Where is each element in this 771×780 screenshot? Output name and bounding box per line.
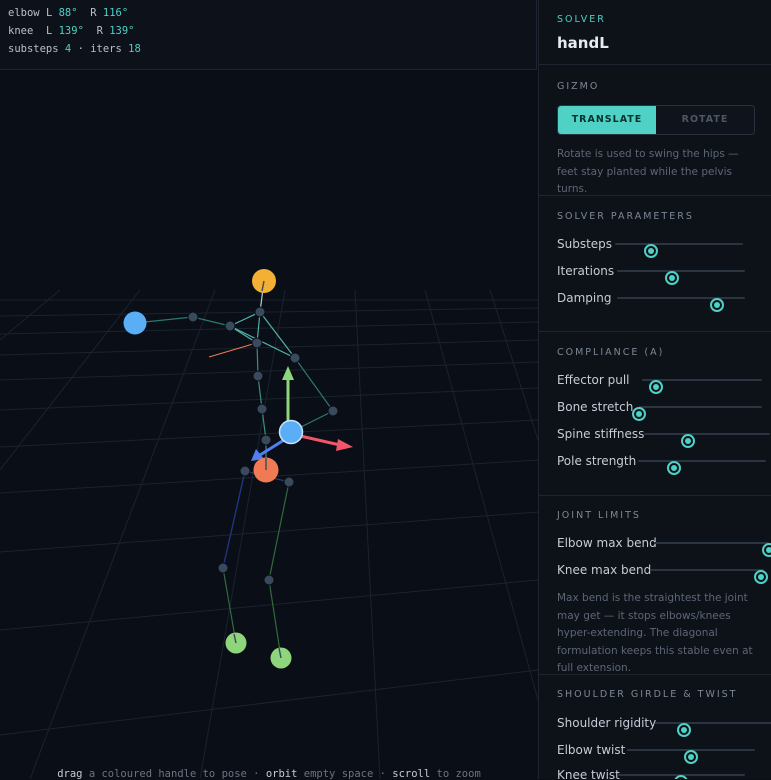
hud-iters-value: 18: [128, 43, 141, 55]
hud-elbow-left-value: 88°: [58, 7, 78, 19]
hint-scroll: scroll: [392, 768, 431, 780]
slider-iterations[interactable]: Iterations: [557, 263, 765, 285]
elbow-twist-knob[interactable]: [684, 750, 698, 764]
knee-max-bend-label: Knee max bend: [557, 563, 652, 577]
shoulder-title: SHOULDER GIRDLE & TWIST: [557, 689, 738, 700]
hud-knee-right-label: R: [96, 25, 103, 37]
knee-twist-label: Knee twist: [557, 768, 620, 779]
slider-spine-stiffness[interactable]: Spine stiffness: [557, 426, 771, 448]
slider-bone-stretch[interactable]: Bone stretch: [557, 399, 771, 421]
hint-orbit: orbit: [265, 768, 298, 780]
knee-max-bend-track[interactable]: [650, 569, 768, 584]
hint-drag-text: a coloured handle to pose ·: [82, 768, 266, 780]
effector-pull-track[interactable]: [642, 379, 762, 394]
spine-stiffness-knob[interactable]: [681, 434, 696, 448]
hud-knee-left-value: 139°: [58, 25, 84, 37]
joint-limits-title: JOINT LIMITS: [557, 510, 641, 521]
bone-stretch-track[interactable]: [632, 406, 762, 421]
slider-elbow-max-bend[interactable]: Elbow max bend: [557, 535, 771, 557]
slider-knee-max-bend[interactable]: Knee max bend: [557, 562, 771, 584]
shoulder-rigidity-label: Shoulder rigidity: [557, 716, 657, 730]
damping-knob[interactable]: [709, 298, 724, 312]
iterations-track[interactable]: [617, 270, 745, 285]
solver-parameters-title: SOLVER PARAMETERS: [557, 211, 694, 222]
inspector-panel: SOLVER handL GIZMO TRANSLATE ROTATE Rota…: [538, 0, 771, 779]
solver-name: handL: [557, 34, 609, 52]
gizmo-x-arrow[interactable]: [336, 439, 353, 451]
hud-substeps-value: 4: [64, 43, 72, 55]
slider-knee-twist[interactable]: Knee twist: [557, 767, 771, 779]
damping-label: Damping: [557, 291, 612, 305]
slider-shoulder-rigidity[interactable]: Shoulder rigidity: [557, 715, 771, 737]
bone-stretch-label: Bone stretch: [557, 400, 634, 414]
rotate-mode-button[interactable]: ROTATE: [656, 106, 754, 134]
gizmo-x-axis[interactable]: [295, 433, 341, 447]
viewport-3d[interactable]: elbow L 88° R 116° knee L 139° R 139° su…: [0, 0, 538, 780]
joint-limits-note: Max bend is the straightest the joint ma…: [557, 592, 753, 674]
gizmo-note: Rotate is used to swing the hips — feet …: [557, 148, 739, 195]
hud-knee-label: knee: [8, 25, 34, 37]
substeps-track[interactable]: [615, 243, 743, 258]
knee-max-bend-knob[interactable]: [753, 570, 768, 584]
status-hud: elbow L 88° R 116° knee L 139° R 139° su…: [0, 0, 537, 70]
iterations-label: Iterations: [557, 264, 615, 278]
hand-left-handle-selected[interactable]: [278, 419, 304, 445]
substeps-label: Substeps: [557, 237, 613, 251]
elbow-max-bend-track[interactable]: [654, 542, 771, 557]
elbow-twist-label: Elbow twist: [557, 743, 626, 757]
compliance-title: COMPLIANCE (Α): [557, 347, 665, 358]
hud-elbow-label: elbow: [8, 7, 40, 19]
elbow-max-bend-label: Elbow max bend: [557, 536, 657, 550]
pole-strength-label: Pole strength: [557, 454, 637, 468]
hud-elbow-row: elbow L 88° R 116°: [8, 7, 128, 19]
iterations-knob[interactable]: [665, 271, 680, 285]
slider-elbow-twist[interactable]: Elbow twist: [557, 742, 771, 764]
hud-elbow-left-label: L: [45, 7, 53, 19]
substeps-knob[interactable]: [643, 244, 658, 258]
solver-section-title: SOLVER: [557, 14, 606, 25]
hud-substeps-label: substeps: [8, 43, 59, 55]
shoulder-rigidity-track[interactable]: [655, 722, 771, 737]
elbow-twist-track[interactable]: [627, 749, 755, 764]
gizmo-mode-toggle[interactable]: TRANSLATE ROTATE: [557, 105, 755, 135]
hud-knee-left-label: L: [45, 25, 53, 37]
controls-hint: drag a coloured handle to pose · orbit e…: [0, 768, 538, 780]
knee-twist-knob[interactable]: [674, 775, 688, 779]
hud-iters-label: iters: [90, 43, 122, 55]
hud-knee-row: knee L 139° R 139°: [8, 25, 135, 37]
effector-pull-label: Effector pull: [557, 373, 630, 387]
hud-solver-row: substeps 4 · iters 18: [8, 43, 141, 55]
pole-strength-track[interactable]: [638, 460, 766, 475]
scene-canvas[interactable]: [0, 0, 538, 779]
slider-pole-strength[interactable]: Pole strength: [557, 453, 771, 475]
hud-knee-right-value: 139°: [109, 25, 135, 37]
knee-twist-track[interactable]: [617, 774, 745, 779]
bone-stretch-knob[interactable]: [632, 407, 646, 421]
hint-scroll-text: to zoom: [430, 768, 481, 780]
hand-right-handle[interactable]: [123, 311, 147, 335]
slider-effector-pull[interactable]: Effector pull: [557, 372, 771, 394]
gizmo-y-arrow[interactable]: [282, 366, 294, 380]
slider-damping[interactable]: Damping: [557, 290, 765, 312]
hud-separator: ·: [77, 43, 84, 55]
pole-strength-knob[interactable]: [666, 461, 681, 475]
gizmo-section-title: GIZMO: [557, 81, 600, 92]
hint-orbit-text: empty space ·: [297, 768, 393, 780]
hud-elbow-right-value: 116°: [102, 7, 129, 19]
translate-mode-button[interactable]: TRANSLATE: [558, 106, 656, 134]
slider-substeps[interactable]: Substeps: [557, 236, 763, 258]
elbow-max-bend-knob[interactable]: [762, 543, 771, 557]
solver-section: SOLVER handL: [539, 0, 771, 65]
hud-elbow-right-label: R: [90, 7, 97, 19]
hint-drag: drag: [57, 768, 83, 780]
spine-stiffness-label: Spine stiffness: [557, 427, 645, 441]
ground-grid: [0, 289, 538, 779]
damping-track[interactable]: [617, 297, 745, 312]
spine-stiffness-track[interactable]: [644, 433, 770, 448]
